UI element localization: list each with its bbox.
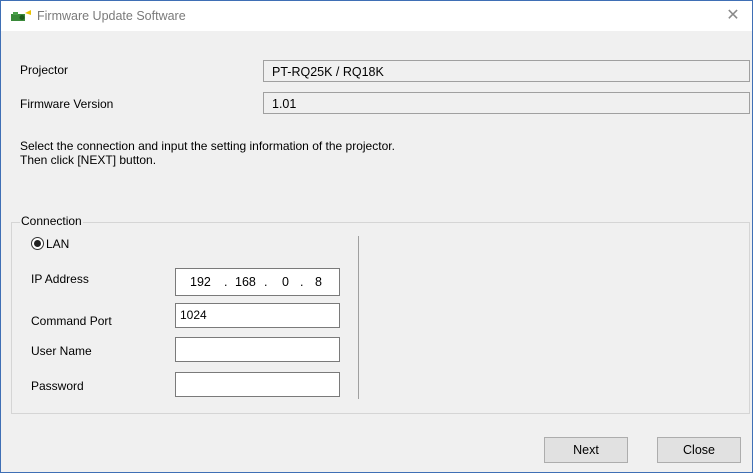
connection-group <box>11 222 750 414</box>
instructions-line-1: Select the connection and input the sett… <box>20 139 395 153</box>
window-title: Firmware Update Software <box>37 9 186 23</box>
close-icon[interactable]: ✕ <box>722 5 744 27</box>
password-label: Password <box>31 379 84 393</box>
user-name-input[interactable] <box>175 337 340 362</box>
ip-address-input[interactable]: 192 . 168 . 0 . 8 <box>175 268 340 296</box>
ip-dot-3: . <box>300 275 304 289</box>
firmware-version-field: 1.01 <box>263 92 750 114</box>
ip-octet-2[interactable]: 168 <box>235 275 256 289</box>
ip-octet-1[interactable]: 192 <box>190 275 211 289</box>
ip-dot-2: . <box>264 275 268 289</box>
ip-octet-3[interactable]: 0 <box>282 275 289 289</box>
title-bar: Firmware Update Software ✕ <box>1 1 752 31</box>
firmware-update-window: Firmware Update Software ✕ Projector PT-… <box>0 0 753 473</box>
ip-octet-4[interactable]: 8 <box>315 275 322 289</box>
ip-dot-1: . <box>224 275 228 289</box>
instructions-line-2: Then click [NEXT] button. <box>20 153 157 167</box>
radio-selected-dot <box>34 240 41 247</box>
command-port-input[interactable]: 1024 <box>175 303 340 328</box>
instructions-text: Select the connection and input the sett… <box>20 139 395 167</box>
close-button[interactable]: Close <box>657 437 741 463</box>
firmware-version-label: Firmware Version <box>20 97 114 111</box>
ip-address-label: IP Address <box>31 272 89 286</box>
lan-radio[interactable] <box>31 237 44 250</box>
command-port-label: Command Port <box>31 314 112 328</box>
password-input[interactable] <box>175 372 340 397</box>
lan-radio-label[interactable]: LAN <box>46 237 69 251</box>
projector-icon <box>11 10 31 21</box>
group-divider <box>358 236 359 399</box>
connection-legend: Connection <box>20 214 83 228</box>
user-name-label: User Name <box>31 344 92 358</box>
projector-field: PT-RQ25K / RQ18K <box>263 60 750 82</box>
next-button[interactable]: Next <box>544 437 628 463</box>
projector-label: Projector <box>20 63 69 77</box>
